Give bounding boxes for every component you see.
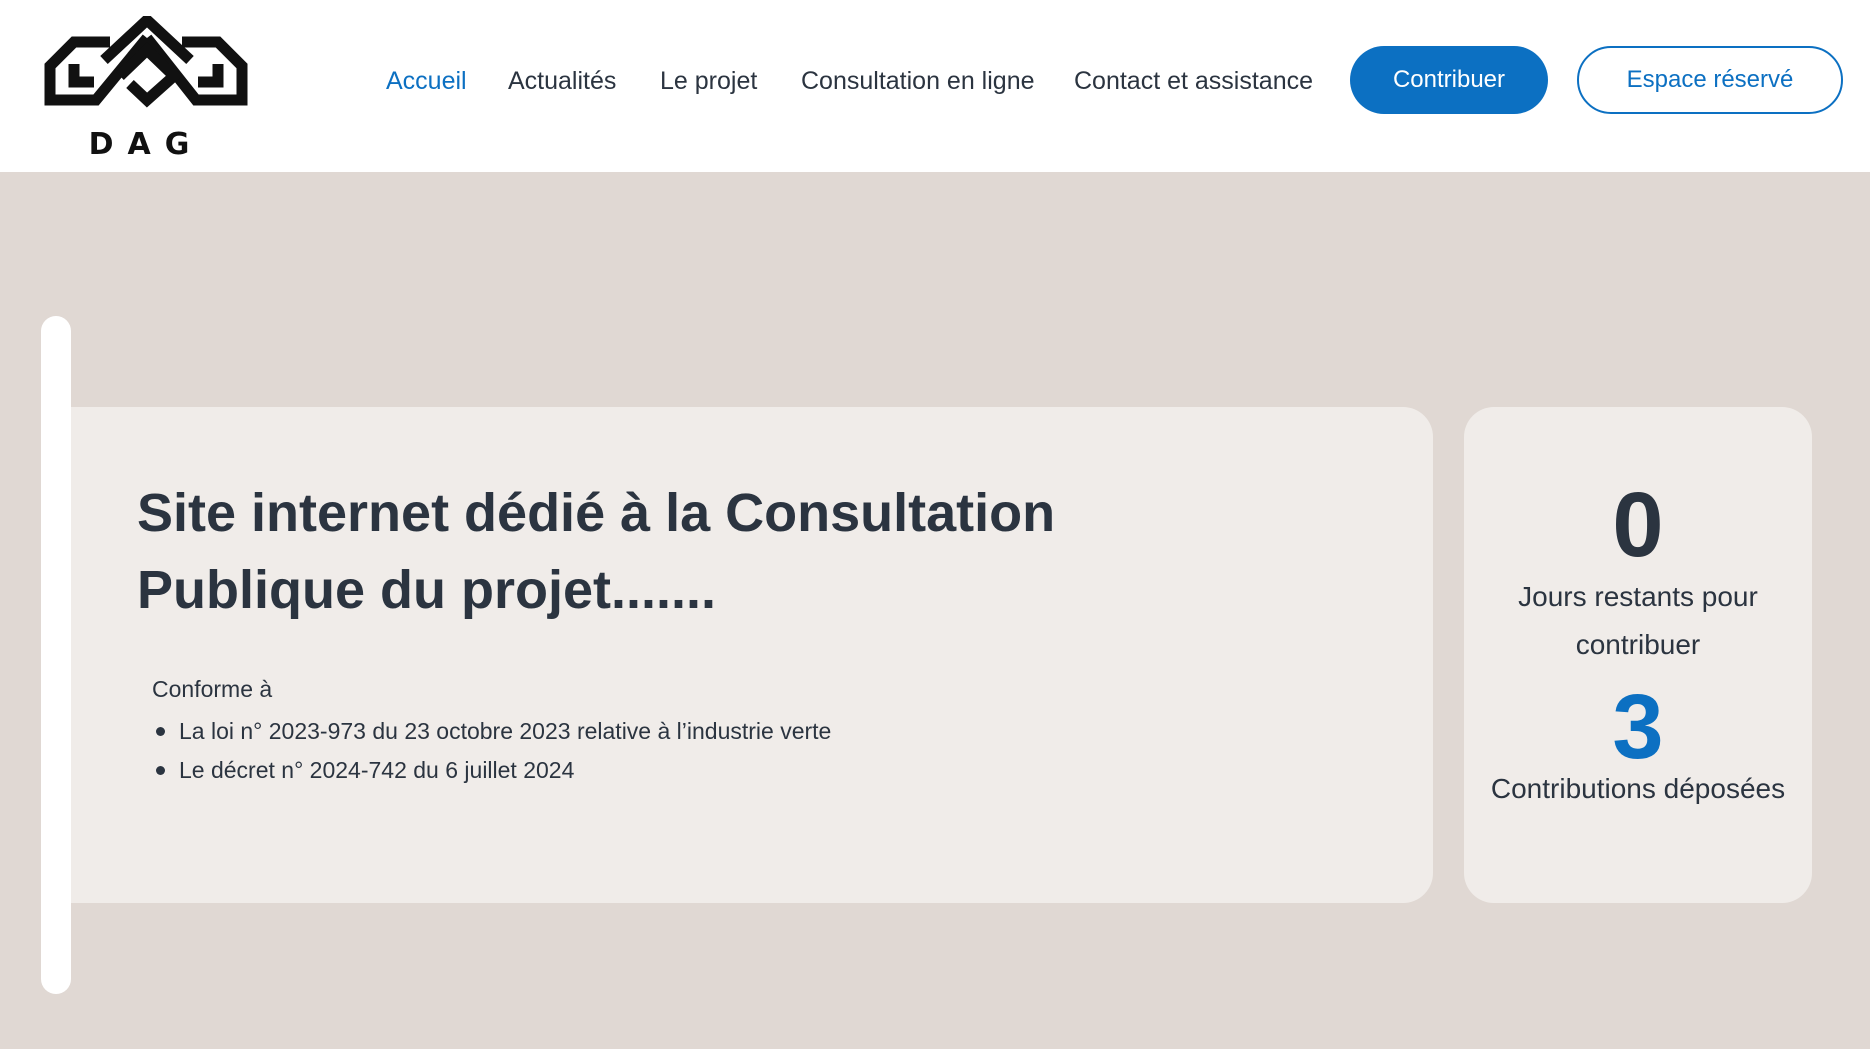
nav-accueil[interactable]: Accueil xyxy=(386,64,467,98)
contributions-label: Contributions déposées xyxy=(1490,773,1786,804)
conform-label: Conforme à xyxy=(152,676,273,702)
stats-card: 0 Jours restants pour contribuer 3 Contr… xyxy=(1464,407,1812,903)
bullet-icon xyxy=(156,766,165,775)
contribute-button[interactable]: Contribuer xyxy=(1350,46,1548,114)
list-item-text: La loi n° 2023-973 du 23 octobre 2023 re… xyxy=(179,718,832,744)
nav-consultation-en-ligne[interactable]: Consultation en ligne xyxy=(801,64,1035,98)
list-item: Le décret n° 2024-742 du 6 juillet 2024 xyxy=(152,751,831,790)
page-title: Site internet dédié à la Consultation Pu… xyxy=(137,483,1056,620)
main-navigation: Accueil Actualités Le projet Consultatio… xyxy=(0,0,1870,172)
list-item-text: Le décret n° 2024-742 du 6 juillet 2024 xyxy=(179,757,575,783)
nav-actualites[interactable]: Actualités xyxy=(508,64,616,98)
hero-card: Site internet dédié à la Consultation Pu… xyxy=(71,407,1433,903)
nav-le-projet[interactable]: Le projet xyxy=(660,64,757,98)
site-header: DAG Accueil Actualités Le projet Consult… xyxy=(0,0,1870,172)
decorative-side-bar xyxy=(41,316,71,994)
bullet-icon xyxy=(156,727,165,736)
contributions-count: 3 xyxy=(1612,676,1664,778)
list-item: La loi n° 2023-973 du 23 octobre 2023 re… xyxy=(152,712,831,751)
days-remaining-label: Jours restants pour contribuer xyxy=(1518,581,1758,660)
reserved-area-button[interactable]: Espace réservé xyxy=(1577,46,1843,114)
days-remaining-count: 0 xyxy=(1612,474,1664,576)
conform-list: La loi n° 2023-973 du 23 octobre 2023 re… xyxy=(152,712,831,790)
nav-contact-assistance[interactable]: Contact et assistance xyxy=(1074,64,1313,98)
